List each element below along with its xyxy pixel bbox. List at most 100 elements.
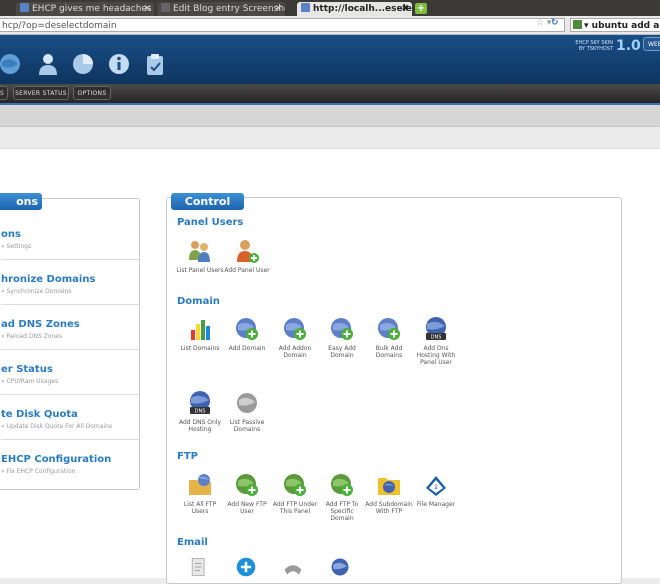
option-title: hronize Domains xyxy=(1,274,96,285)
email-forward-icon[interactable] xyxy=(282,556,304,578)
options-panel: ons » Settings hronize Domains » Synchro… xyxy=(0,198,140,490)
item-label: Add New FTP User xyxy=(227,501,267,515)
web-button[interactable]: WEB xyxy=(643,37,660,51)
clipboard-icon[interactable] xyxy=(143,52,167,76)
option-title: ad DNS Zones xyxy=(1,319,80,330)
add-ftp-icon xyxy=(284,474,306,496)
bookmark-star-icon[interactable]: ☆ ▾ xyxy=(536,18,551,28)
option-subtitle: » Settings xyxy=(1,243,32,250)
add-addon-domain-button[interactable]: Add Addon Domain xyxy=(271,316,319,359)
dns-globe-icon: DNS xyxy=(190,391,210,415)
add-ftp-icon xyxy=(236,474,258,496)
svg-text:DNS: DNS xyxy=(195,409,206,415)
sub-header-bar xyxy=(0,105,660,127)
add-globe-icon xyxy=(284,318,306,340)
item-label: Add FTP Under This Panel xyxy=(272,501,318,515)
add-globe-icon xyxy=(331,318,353,340)
add-globe-icon xyxy=(378,318,400,340)
option-subtitle: » Reload DNS Zones xyxy=(1,333,63,340)
item-label: Add Addon Domain xyxy=(278,345,312,359)
bar-chart-icon xyxy=(191,320,210,340)
option-update-disk-quota[interactable]: te Disk Quota » Update Disk Quota For Al… xyxy=(1,396,139,440)
browser-tab-bar: EHCP gives me headaches - ...✕ Edit Blog… xyxy=(0,0,660,16)
list-panel-users-button[interactable]: List Panel Users xyxy=(176,238,224,274)
option-synchronize-domains[interactable]: hronize Domains » Synchronize Domains xyxy=(1,261,139,305)
tab-label: http://localh...eselectdomain xyxy=(313,4,412,14)
control-panel-title: Control panel xyxy=(171,193,244,225)
url-bar: hcp/?op=deselectdomain ☆ ▾ ↻ ▾ ubuntu ad… xyxy=(0,16,660,35)
option-server-status[interactable]: er Status » CPU/Ram Usages xyxy=(1,351,139,395)
option-subtitle: » Fix EHCP Configuration xyxy=(1,468,76,475)
add-new-ftp-user-button[interactable]: Add New FTP User xyxy=(223,472,271,515)
file-manager-icon: 2 xyxy=(426,476,446,496)
option-subtitle: » Synchronize Domains xyxy=(1,288,72,295)
item-label: List Passive Domains xyxy=(229,419,265,433)
section-email: Email xyxy=(177,537,208,548)
pie-chart-icon[interactable] xyxy=(71,52,95,76)
item-label: Add FTP To Specific Domain xyxy=(325,501,359,522)
item-label: File Manager xyxy=(416,501,456,508)
option-reload-dns-zones[interactable]: ad DNS Zones » Reload DNS Zones xyxy=(1,306,139,350)
ehcp-header xyxy=(0,35,660,84)
tab-close-icon[interactable]: ✕ xyxy=(143,2,151,16)
email-globe-icon[interactable] xyxy=(329,556,351,578)
nav-item-options[interactable]: OPTIONS xyxy=(73,86,111,100)
file-manager-button[interactable]: 2 File Manager xyxy=(412,472,460,508)
new-tab-icon[interactable]: + xyxy=(415,3,427,14)
favicon-icon xyxy=(20,3,29,12)
add-ftp-to-specific-domain-button[interactable]: Add FTP To Specific Domain xyxy=(318,472,366,522)
item-label: Add DNS Only Hosting xyxy=(178,419,222,433)
favicon-icon xyxy=(161,3,170,12)
option-title: er Status xyxy=(1,364,53,375)
item-label: Easy Add Domain xyxy=(328,345,356,359)
add-dns-hosting-with-panel-user-button[interactable]: DNS Add Dns Hosting With Panel User xyxy=(412,316,460,366)
email-list-icon[interactable] xyxy=(188,556,210,578)
reload-icon[interactable]: ↻ xyxy=(551,18,559,28)
add-user-icon xyxy=(237,240,259,263)
option-title: EHCP Configuration xyxy=(1,454,112,465)
option-fix-ehcp-configuration[interactable]: EHCP Configuration » Fix EHCP Configurat… xyxy=(1,441,139,485)
users-icon xyxy=(189,241,210,262)
add-email-icon[interactable] xyxy=(235,556,257,578)
browser-tab-ehcp[interactable]: EHCP gives me headaches - ...✕ xyxy=(16,2,154,16)
section-panel-users: Panel Users xyxy=(177,217,244,228)
user-icon[interactable] xyxy=(36,52,60,76)
browser-tab-blog[interactable]: Edit Blog entry Screenshots...✕ xyxy=(157,2,285,16)
option-settings[interactable]: ons » Settings xyxy=(1,216,139,260)
add-panel-user-button[interactable]: Add Panel User xyxy=(223,238,271,274)
url-input[interactable]: hcp/?op=deselectdomain xyxy=(0,18,565,32)
skin-author: BY TSKYHOST xyxy=(578,46,613,52)
easy-add-domain-button[interactable]: Easy Add Domain xyxy=(318,316,366,359)
browser-tab-localhost[interactable]: http://localh...eselectdomain✖ xyxy=(297,2,412,16)
add-dns-only-hosting-button[interactable]: DNS Add DNS Only Hosting xyxy=(176,390,224,433)
list-domains-button[interactable]: List Domains xyxy=(176,316,224,352)
add-domain-button[interactable]: Add Domain xyxy=(223,316,271,352)
svg-text:DNS: DNS xyxy=(431,335,442,341)
tab-label: EHCP gives me headaches - ... xyxy=(32,4,154,14)
section-domain: Domain xyxy=(177,296,220,307)
favicon-icon xyxy=(301,3,310,12)
add-ftp-under-this-panel-button[interactable]: Add FTP Under This Panel xyxy=(271,472,319,515)
option-subtitle: » Update Disk Quota For All Domains xyxy=(1,423,113,430)
add-ftp-icon xyxy=(331,474,353,496)
tab-close-icon[interactable]: ✕ xyxy=(274,2,282,16)
subdomain-folder-icon xyxy=(378,478,400,495)
item-label: List Panel Users xyxy=(176,267,224,274)
dns-globe-icon: DNS xyxy=(426,317,446,341)
search-input[interactable]: ▾ ubuntu add applic xyxy=(570,18,660,32)
svg-text:2: 2 xyxy=(434,484,438,491)
search-text: ubuntu add applic xyxy=(591,21,660,31)
option-title: te Disk Quota xyxy=(1,409,78,420)
tab-label: Edit Blog entry Screenshots... xyxy=(173,4,285,14)
add-subdomain-with-ftp-button[interactable]: Add Subdomain With FTP xyxy=(365,472,413,515)
globe-icon[interactable] xyxy=(0,52,24,76)
skin-version: 1.0 xyxy=(616,38,641,54)
info-icon[interactable] xyxy=(107,52,131,76)
option-subtitle: » CPU/Ram Usages xyxy=(1,378,59,385)
list-passive-domains-button[interactable]: List Passive Domains xyxy=(223,390,271,433)
nav-item-partial[interactable]: S xyxy=(0,86,8,100)
bulk-add-domains-button[interactable]: Bulk Add Domains xyxy=(365,316,413,359)
tab-close-icon[interactable]: ✖ xyxy=(401,2,409,16)
nav-item-server-status[interactable]: SERVER STATUS xyxy=(13,86,69,100)
list-all-ftp-users-button[interactable]: List All FTP Users xyxy=(176,472,224,515)
